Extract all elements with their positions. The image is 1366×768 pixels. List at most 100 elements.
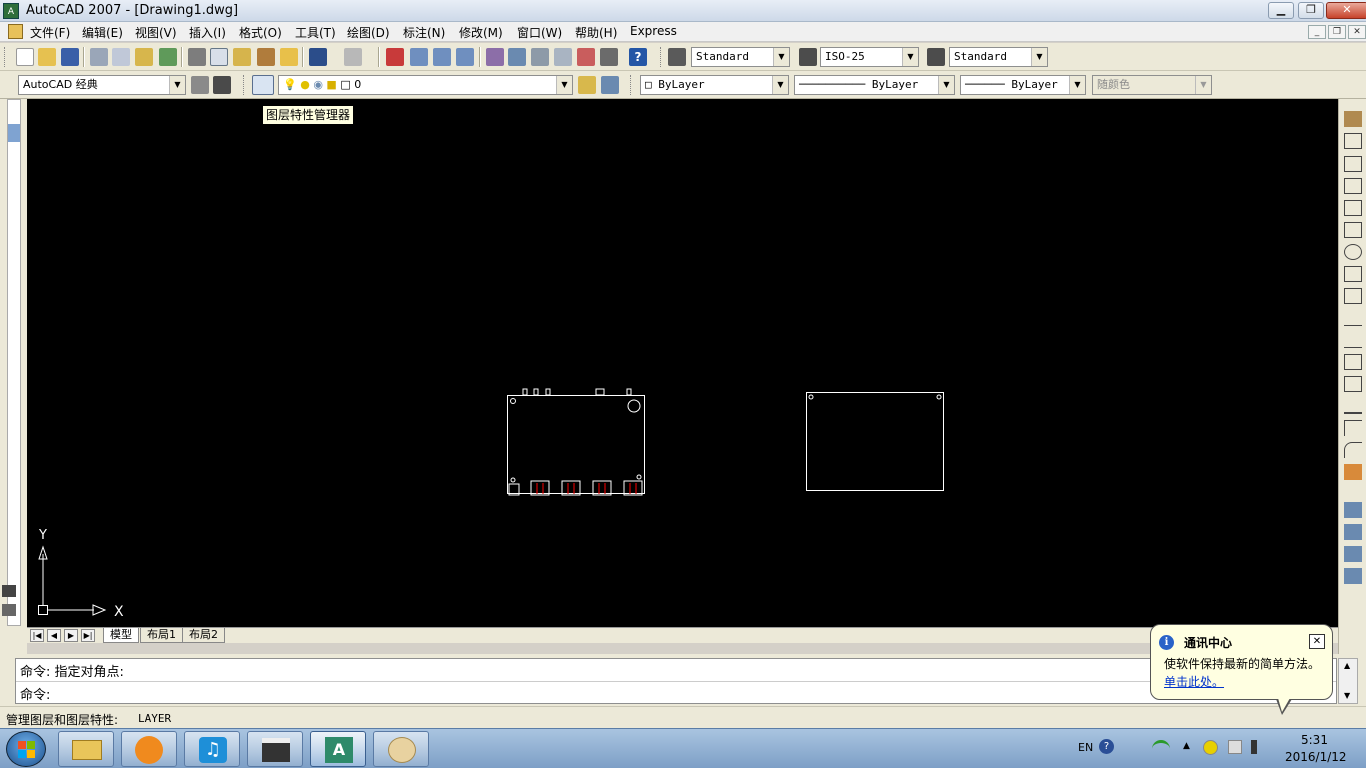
markup-icon[interactable] [577,48,595,66]
chevron-down-icon[interactable]: ▼ [773,48,789,66]
copy-clip-icon[interactable] [210,48,228,66]
help-icon[interactable]: ? [629,48,647,66]
right-part-outline[interactable] [806,392,944,491]
clock-time[interactable]: 5:31 [1301,733,1328,747]
menu-dimension[interactable]: 标注(N) [403,24,445,41]
action-center-icon[interactable] [1228,740,1242,754]
scroll-down-icon[interactable]: ▼ [1344,691,1350,700]
layer-combo[interactable]: 💡 ● ◉ ■ □ 0 ▼ [278,75,573,95]
block-editor-icon[interactable] [280,48,298,66]
maximize-button[interactable]: ❐ [1298,2,1324,19]
menu-tools[interactable]: 工具(T) [295,24,336,41]
right-drawing-part[interactable] [806,392,944,491]
security-tray-icon[interactable] [1203,740,1218,755]
plot-preview-icon[interactable] [112,48,130,66]
table-style-icon[interactable] [927,48,945,66]
toolbar-grip[interactable] [630,75,633,95]
erase-icon[interactable] [1344,111,1362,127]
command-window[interactable]: 命令: 指定对角点: 命令: [15,658,1337,704]
redo-icon[interactable] [344,48,362,66]
autocad-icon[interactable]: A [310,731,366,767]
layer-previous-icon[interactable] [601,76,619,94]
lineweight-combo[interactable]: ────── ByLayer ▼ [960,75,1086,95]
close-button[interactable]: ✕ [1326,2,1366,19]
music-player-icon[interactable]: ♫ [184,731,240,767]
chevron-down-icon[interactable]: ▼ [169,76,185,94]
dim-style-combo[interactable]: ISO-25 ▼ [820,47,919,67]
break-icon[interactable] [1344,376,1362,392]
left-drawing-part[interactable] [507,388,645,496]
menu-help[interactable]: 帮助(H) [575,24,617,41]
menu-window[interactable]: 窗口(W) [517,24,562,41]
next-tab-button[interactable]: ▶ [64,629,78,642]
publish-icon[interactable] [135,48,153,66]
chevron-down-icon[interactable]: ▼ [902,48,918,66]
offset-icon[interactable] [1344,178,1362,194]
balloon-link[interactable]: 单击此处。 [1164,673,1224,690]
layer-on-icon[interactable]: 💡 [283,78,297,91]
chamfer-icon[interactable] [1344,420,1362,436]
minimize-button[interactable]: ▁ [1268,2,1294,19]
menu-format[interactable]: 格式(O) [239,24,282,41]
menu-insert[interactable]: 插入(I) [189,24,226,41]
mirror-icon[interactable] [1344,156,1362,172]
tool-palettes-icon[interactable] [531,48,549,66]
workspace-combo[interactable]: AutoCAD 经典 ▼ [18,75,186,95]
command-scrollbar[interactable]: ▲ ▼ [1338,658,1358,704]
menu-edit[interactable]: 编辑(E) [82,24,123,41]
palette-selected-tab[interactable] [8,124,20,142]
clock-date[interactable]: 2016/1/12 [1285,750,1347,764]
chevron-down-icon[interactable]: ▼ [772,76,788,94]
left-part-outline[interactable] [507,395,645,494]
break-at-point-icon[interactable] [1344,354,1362,370]
open-icon[interactable] [38,48,56,66]
lock-icon[interactable]: ■ [326,78,336,91]
show-hidden-icons-icon[interactable]: ▲ [1183,741,1190,751]
new-icon[interactable] [16,48,34,66]
toolbar-grip[interactable] [243,75,246,95]
copy-icon[interactable] [1344,133,1362,149]
color-combo[interactable]: □ ByLayer ▼ [640,75,789,95]
autocad-app-icon[interactable]: A [3,3,19,19]
menu-modify[interactable]: 修改(M) [459,24,503,41]
explode-icon[interactable] [1344,464,1362,480]
fillet-icon[interactable] [1344,442,1362,458]
windows-start-icon[interactable] [6,731,46,767]
command-prompt[interactable]: 命令: [20,684,50,703]
balloon-close-button[interactable]: ✕ [1309,634,1325,649]
match-properties-icon[interactable] [257,48,275,66]
properties-palette-icon[interactable] [2,585,16,597]
chevron-down-icon[interactable]: ▼ [938,76,954,94]
layer-manager-icon[interactable] [252,75,274,95]
doc-close-button[interactable]: ✕ [1348,25,1366,39]
tab-layout1[interactable]: 布局1 [140,628,183,643]
cut-icon[interactable] [188,48,206,66]
menu-express[interactable]: Express [630,24,677,38]
viewport-freeze-icon[interactable]: ◉ [313,78,323,91]
my-workspace-icon[interactable] [213,76,231,94]
draworder-back-icon[interactable] [1344,524,1362,540]
document-icon[interactable] [8,24,23,39]
draworder-above-icon[interactable] [1344,546,1362,562]
paint-icon[interactable] [373,731,429,767]
last-tab-button[interactable]: ▶| [81,629,95,642]
stretch-icon[interactable] [1344,288,1362,304]
menu-file[interactable]: 文件(F) [30,24,70,41]
first-tab-button[interactable]: |◀ [30,629,44,642]
tab-layout2[interactable]: 布局2 [182,628,225,643]
volume-icon[interactable] [1251,740,1265,754]
input-language[interactable]: EN [1078,741,1093,754]
rotate-icon[interactable] [1344,244,1362,260]
text-style-combo[interactable]: Standard ▼ [691,47,790,67]
sheet-set-icon[interactable] [554,48,572,66]
zoom-previous-icon[interactable] [456,48,474,66]
scale-icon[interactable] [1344,266,1362,282]
zoom-realtime-icon[interactable] [410,48,428,66]
drawing-svg[interactable]: Y X [27,99,1338,627]
extend-icon[interactable] [1344,332,1362,348]
communication-center-balloon[interactable]: i 通讯中心 ✕ 使软件保持最新的简单方法。 单击此处。 [1150,624,1333,700]
linetype-combo[interactable]: ────────── ByLayer ▼ [794,75,955,95]
dim-style-icon[interactable] [799,48,817,66]
left-palette-strip[interactable] [7,99,21,626]
workspace-settings-icon[interactable] [191,76,209,94]
